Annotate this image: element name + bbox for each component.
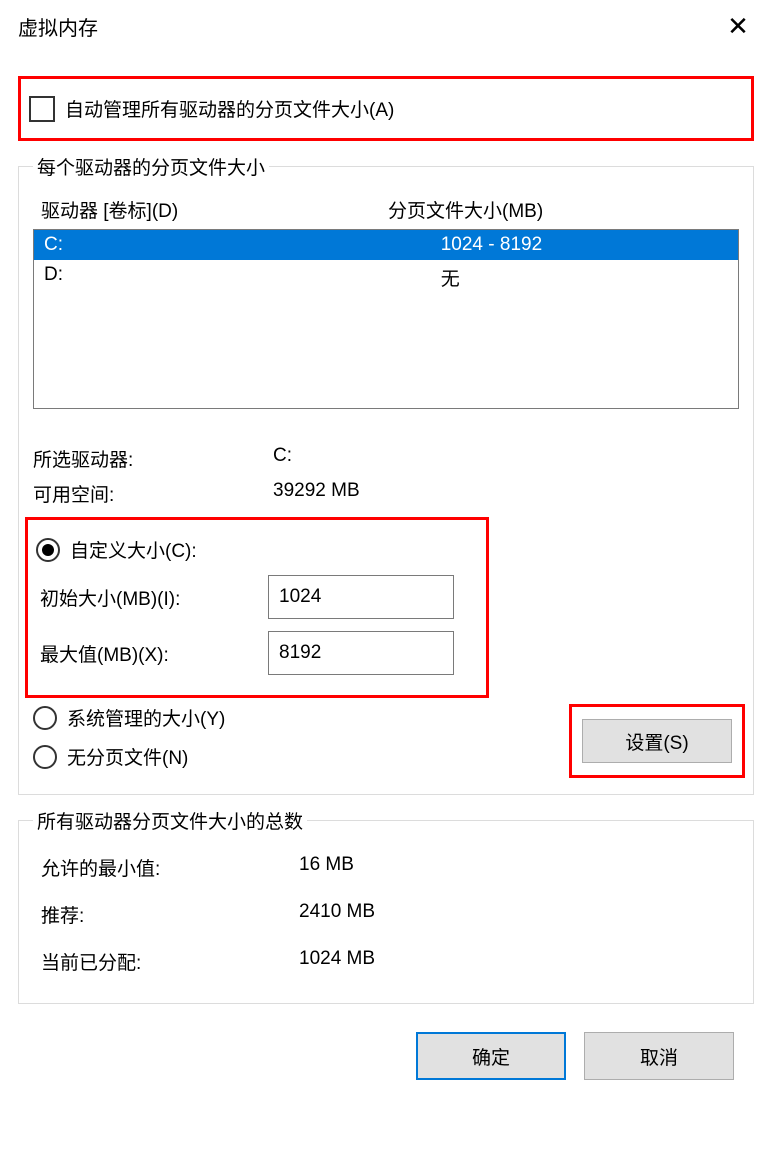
initial-size-label: 初始大小(MB)(I): — [36, 584, 268, 611]
drive-list[interactable]: C: 1024 - 8192 D: 无 — [33, 229, 739, 409]
per-drive-legend: 每个驱动器的分页文件大小 — [33, 153, 269, 180]
drive-row-size: 1024 - 8192 — [441, 234, 728, 256]
dialog-title: 虚拟内存 — [18, 12, 98, 41]
recommended-value: 2410 MB — [299, 901, 739, 928]
no-paging-label: 无分页文件(N) — [67, 743, 188, 770]
ok-button[interactable]: 确定 — [416, 1032, 566, 1080]
recommended-label: 推荐: — [41, 901, 299, 928]
header-size: 分页文件大小(MB) — [388, 196, 735, 223]
custom-size-radio-row[interactable]: 自定义大小(C): — [36, 530, 478, 569]
no-paging-radio[interactable] — [33, 745, 57, 769]
drive-row-drive: C: — [44, 234, 441, 256]
auto-manage-checkbox[interactable] — [29, 96, 55, 122]
free-space-label: 可用空间: — [33, 480, 273, 507]
set-button-box: 设置(S) — [569, 704, 745, 778]
drive-row-drive: D: — [44, 264, 441, 291]
max-size-input[interactable] — [268, 631, 454, 675]
totals-legend: 所有驱动器分页文件大小的总数 — [33, 807, 307, 834]
drive-row[interactable]: C: 1024 - 8192 — [34, 230, 738, 260]
min-allowed-value: 16 MB — [299, 854, 739, 881]
custom-size-block: 自定义大小(C): 初始大小(MB)(I): 最大值(MB)(X): — [25, 517, 489, 698]
initial-size-input[interactable] — [268, 575, 454, 619]
dialog-buttons: 确定 取消 — [18, 1004, 754, 1100]
size-option-group: 自定义大小(C): 初始大小(MB)(I): 最大值(MB)(X): 系统管理的… — [33, 517, 739, 776]
auto-manage-label: 自动管理所有驱动器的分页文件大小(A) — [65, 95, 394, 122]
system-managed-radio[interactable] — [33, 706, 57, 730]
min-allowed-label: 允许的最小值: — [41, 854, 299, 881]
dialog-content: 自动管理所有驱动器的分页文件大小(A) 每个驱动器的分页文件大小 驱动器 [卷标… — [0, 76, 772, 1118]
set-button[interactable]: 设置(S) — [582, 719, 732, 763]
drive-list-headers: 驱动器 [卷标](D) 分页文件大小(MB) — [33, 190, 739, 229]
selected-drive-label: 所选驱动器: — [33, 445, 273, 472]
selected-drive-info: 所选驱动器: C: 可用空间: 39292 MB — [33, 441, 739, 511]
header-drive: 驱动器 [卷标](D) — [41, 196, 388, 223]
auto-manage-row[interactable]: 自动管理所有驱动器的分页文件大小(A) — [18, 76, 754, 141]
titlebar: 虚拟内存 ✕ — [0, 0, 772, 52]
selected-drive-value: C: — [273, 445, 739, 472]
max-size-label: 最大值(MB)(X): — [36, 640, 268, 667]
current-allocated-value: 1024 MB — [299, 948, 739, 975]
close-icon[interactable]: ✕ — [718, 11, 758, 42]
totals-group: 所有驱动器分页文件大小的总数 允许的最小值: 16 MB 推荐: 2410 MB… — [18, 807, 754, 1004]
cancel-button[interactable]: 取消 — [584, 1032, 734, 1080]
custom-size-label: 自定义大小(C): — [70, 536, 197, 563]
drive-row[interactable]: D: 无 — [34, 260, 738, 295]
per-drive-group: 每个驱动器的分页文件大小 驱动器 [卷标](D) 分页文件大小(MB) C: 1… — [18, 153, 754, 795]
system-managed-label: 系统管理的大小(Y) — [67, 704, 225, 731]
free-space-value: 39292 MB — [273, 480, 739, 507]
custom-size-radio[interactable] — [36, 538, 60, 562]
current-allocated-label: 当前已分配: — [41, 948, 299, 975]
drive-row-size: 无 — [441, 264, 728, 291]
